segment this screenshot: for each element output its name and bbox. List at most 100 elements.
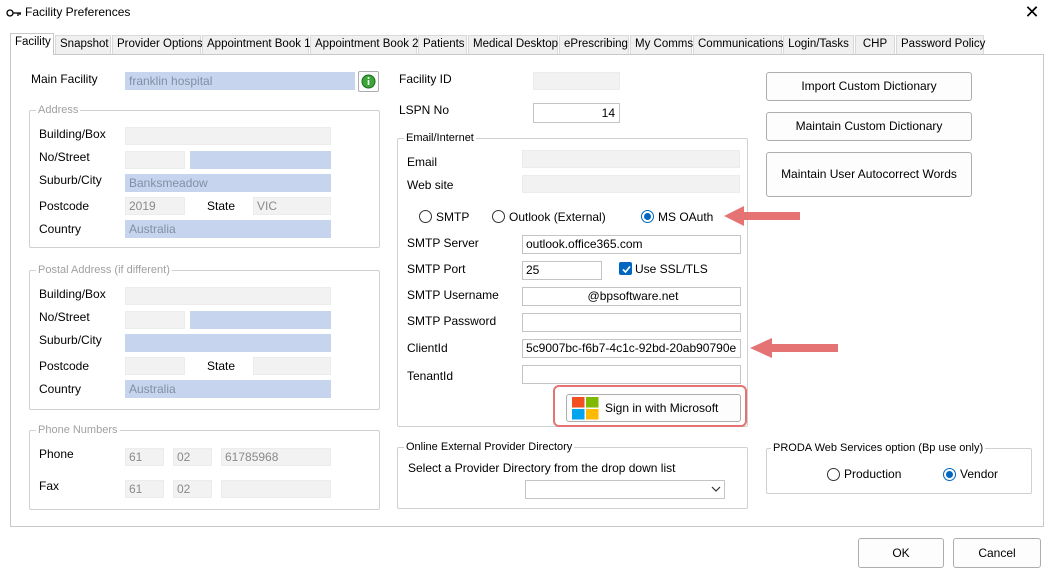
tab-my-comms[interactable]: My Comms: [630, 35, 693, 54]
outlook-radio[interactable]: [492, 210, 505, 223]
lspn-input[interactable]: 14: [533, 103, 620, 123]
autocorrect-words-button[interactable]: Maintain User Autocorrect Words: [766, 152, 972, 197]
vendor-radio[interactable]: [943, 468, 956, 481]
tab-login-tasks[interactable]: Login/Tasks: [783, 35, 854, 54]
tenant-id-input[interactable]: [522, 365, 741, 384]
phone-legend: Phone Numbers: [36, 423, 120, 437]
address-suburb-label: Suburb/City: [39, 173, 102, 187]
tab-chp[interactable]: CHP: [855, 35, 895, 54]
smtp-username-input[interactable]: @bpsoftware.net: [522, 287, 741, 306]
fax-number-input[interactable]: [221, 480, 331, 498]
tab-communications[interactable]: Communications: [693, 35, 784, 54]
postal-number-input[interactable]: [125, 311, 185, 329]
address-street-input[interactable]: [190, 151, 331, 169]
facility-id-label: Facility ID: [399, 72, 452, 86]
tab-facility[interactable]: Facility: [10, 33, 54, 55]
main-facility-label: Main Facility: [31, 72, 98, 86]
smtp-password-input[interactable]: [522, 313, 741, 332]
chevron-down-icon: [711, 486, 721, 492]
arrow-left-icon: [750, 338, 838, 358]
postal-country-input[interactable]: Australia: [125, 380, 331, 398]
tab-provider-options[interactable]: Provider Options: [112, 35, 203, 54]
postal-state-label: State: [207, 359, 236, 373]
address-legend: Address: [36, 103, 81, 117]
address-country-input[interactable]: Australia: [125, 220, 331, 238]
website-input[interactable]: [522, 175, 740, 193]
postal-street-input[interactable]: [190, 311, 331, 329]
production-radio-label[interactable]: Production: [844, 467, 901, 481]
fax-country-input[interactable]: 61: [125, 480, 164, 498]
fax-area-input[interactable]: 02: [173, 480, 212, 498]
ssl-checkbox[interactable]: [619, 262, 632, 275]
ssl-label[interactable]: Use SSL/TLS: [635, 262, 708, 276]
email-input[interactable]: [522, 150, 740, 168]
facility-id-input[interactable]: [533, 72, 620, 90]
microsoft-logo-icon: [572, 397, 599, 420]
import-dictionary-button[interactable]: Import Custom Dictionary: [766, 72, 972, 101]
postal-country-label: Country: [39, 382, 82, 396]
cancel-label: Cancel: [978, 546, 1016, 560]
tab-snapshot[interactable]: Snapshot: [55, 35, 111, 54]
address-postcode-input[interactable]: 2019: [125, 197, 185, 215]
tab-appointment-book-1[interactable]: Appointment Book 1: [202, 35, 311, 54]
postal-suburb-input[interactable]: [125, 334, 331, 352]
main-facility-input[interactable]: franklin hospital: [125, 72, 355, 90]
email-label: Email: [407, 155, 438, 169]
postal-state-input[interactable]: [253, 357, 331, 375]
address-country-label: Country: [39, 222, 82, 236]
tab-patients[interactable]: Patients: [418, 35, 467, 54]
ok-button[interactable]: OK: [858, 538, 944, 568]
phone-area-input[interactable]: 02: [173, 448, 212, 466]
postal-postcode-input[interactable]: [125, 357, 185, 375]
msoauth-radio[interactable]: [641, 210, 654, 223]
maintain-dictionary-label: Maintain Custom Dictionary: [795, 119, 943, 133]
window-title: Facility Preferences: [25, 5, 131, 19]
close-icon[interactable]: ✕: [1020, 1, 1044, 25]
sign-in-microsoft-button[interactable]: Sign in with Microsoft: [566, 394, 741, 422]
smtp-radio-label[interactable]: SMTP: [436, 210, 469, 224]
provider-directory-legend: Online External Provider Directory: [404, 440, 575, 454]
provider-directory-instruction: Select a Provider Directory from the dro…: [408, 461, 676, 475]
autocorrect-words-label: Maintain User Autocorrect Words: [781, 167, 957, 181]
address-state-label: State: [207, 199, 236, 213]
keys-icon: [6, 9, 21, 17]
postal-building-input[interactable]: [125, 287, 331, 305]
vendor-radio-label[interactable]: Vendor: [960, 467, 998, 481]
address-building-input[interactable]: [125, 127, 331, 145]
smtp-username-label: SMTP Username: [407, 288, 499, 302]
client-id-input[interactable]: 5c9007bc-f6b7-4c1c-92bd-20ab90790e: [522, 339, 741, 358]
tab-eprescribing[interactable]: ePrescribing: [559, 35, 629, 54]
checkmark-icon: [622, 265, 631, 274]
address-suburb-input[interactable]: Banksmeadow: [125, 174, 331, 192]
address-street-label: No/Street: [39, 150, 90, 164]
proda-legend: PRODA Web Services option (Bp use only): [771, 441, 986, 455]
phone-number-input[interactable]: 61785968: [221, 448, 331, 466]
maintain-dictionary-button[interactable]: Maintain Custom Dictionary: [766, 112, 972, 141]
tab-appointment-book-2[interactable]: Appointment Book 2: [310, 35, 419, 54]
fax-label: Fax: [39, 479, 60, 493]
phone-numbers-group: Phone Numbers: [29, 423, 380, 510]
email-legend: Email/Internet: [404, 131, 476, 145]
smtp-server-input[interactable]: outlook.office365.com: [522, 235, 741, 254]
provider-directory-select[interactable]: [525, 480, 725, 499]
smtp-password-label: SMTP Password: [407, 314, 497, 328]
facility-info-button[interactable]: [358, 71, 379, 92]
outlook-radio-label[interactable]: Outlook (External): [509, 210, 606, 224]
info-icon: [361, 74, 376, 89]
smtp-port-input[interactable]: 25: [522, 261, 602, 280]
smtp-radio[interactable]: [419, 210, 432, 223]
postal-postcode-label: Postcode: [39, 359, 90, 373]
phone-country-input[interactable]: 61: [125, 448, 164, 466]
address-number-input[interactable]: [125, 151, 185, 169]
lspn-label: LSPN No: [399, 103, 450, 117]
ok-label: OK: [892, 546, 910, 560]
cancel-button[interactable]: Cancel: [953, 538, 1041, 568]
production-radio[interactable]: [827, 468, 840, 481]
msoauth-radio-label[interactable]: MS OAuth: [658, 210, 713, 224]
smtp-port-label: SMTP Port: [407, 262, 466, 276]
tab-medical-desktop[interactable]: Medical Desktop: [468, 35, 558, 54]
address-state-input[interactable]: VIC: [253, 197, 331, 215]
arrow-left-icon: [724, 206, 800, 226]
tab-password-policy[interactable]: Password Policy: [896, 35, 985, 54]
website-label: Web site: [407, 178, 454, 192]
